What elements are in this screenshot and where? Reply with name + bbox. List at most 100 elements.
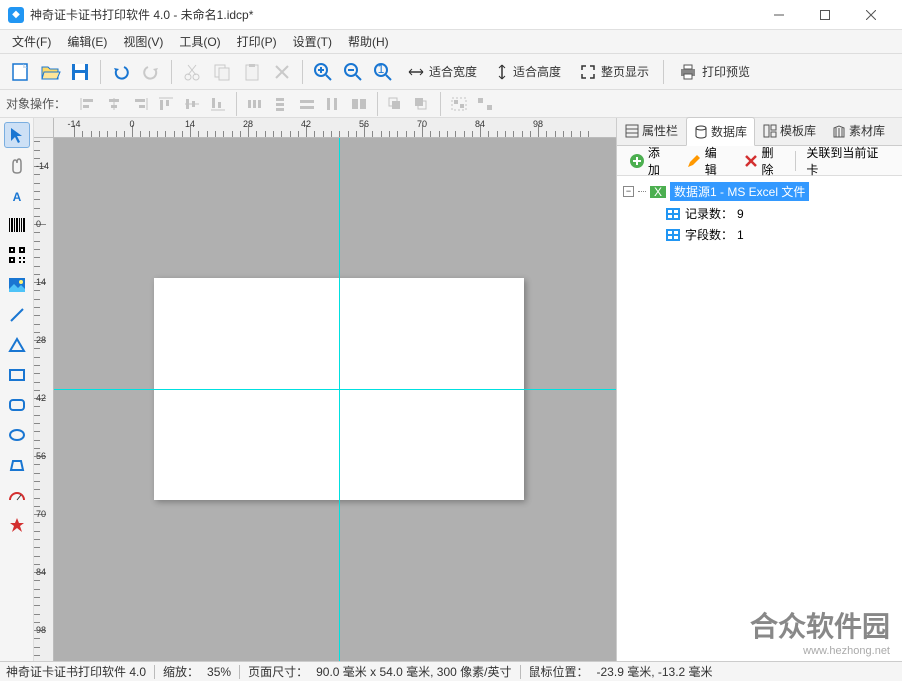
menu-print[interactable]: 打印(P) [229, 30, 285, 53]
separator [239, 665, 240, 679]
tree-root[interactable]: − X 数据源1 - MS Excel 文件 [621, 180, 898, 203]
tree-fields[interactable]: 字段数： 1 [661, 224, 898, 245]
fit-page-button[interactable]: 整页显示 [571, 58, 657, 86]
fit-width-icon [407, 65, 425, 79]
records-value: 9 [737, 207, 744, 221]
link-card-button[interactable]: 关联到当前证卡 [800, 141, 896, 181]
open-button[interactable] [36, 58, 64, 86]
tab-properties-label: 属性栏 [642, 122, 678, 139]
ruler-horizontal[interactable]: -14014284256708498 [54, 118, 616, 138]
bring-front-icon [384, 93, 408, 115]
edit-label: 编辑 [705, 144, 729, 178]
window-title: 神奇证卡证书打印软件 4.0 - 未命名1.idcp* [30, 6, 756, 23]
zoom-out-button[interactable] [339, 58, 367, 86]
print-preview-button[interactable]: 打印预览 [670, 58, 758, 86]
menu-edit[interactable]: 编辑(E) [59, 30, 115, 53]
rounded-rect-tool[interactable] [4, 392, 30, 418]
menu-view[interactable]: 视图(V) [115, 30, 171, 53]
add-button[interactable]: 添加 [623, 141, 678, 181]
add-label: 添加 [648, 144, 672, 178]
delete-icon [743, 153, 759, 169]
excel-icon: X [650, 185, 666, 199]
fit-height-label: 适合高度 [513, 63, 561, 80]
fit-page-label: 整页显示 [601, 63, 649, 80]
text-tool[interactable]: A [4, 182, 30, 208]
separator [100, 60, 101, 84]
datasource-label[interactable]: 数据源1 - MS Excel 文件 [670, 182, 809, 201]
edit-button[interactable]: 编辑 [680, 141, 735, 181]
tree-records[interactable]: 记录数： 9 [661, 203, 898, 224]
align-bottom-icon [206, 93, 230, 115]
tab-materials-label: 素材库 [849, 122, 885, 139]
canvas[interactable] [54, 138, 616, 661]
delete-button[interactable]: 删除 [737, 141, 792, 181]
separator [520, 665, 521, 679]
cut-button[interactable] [178, 58, 206, 86]
minimize-button[interactable] [756, 0, 802, 30]
qrcode-tool[interactable] [4, 242, 30, 268]
save-button[interactable] [66, 58, 94, 86]
delete-button[interactable] [268, 58, 296, 86]
hand-tool[interactable] [4, 152, 30, 178]
fields-value: 1 [737, 228, 744, 242]
align-top-icon [154, 93, 178, 115]
svg-text:X: X [654, 185, 662, 199]
rectangle-tool[interactable] [4, 362, 30, 388]
pencil-icon [686, 153, 702, 169]
separator [440, 92, 441, 116]
zoom-in-button[interactable] [309, 58, 337, 86]
object-ops-label: 对象操作： [6, 95, 66, 112]
separator [236, 92, 237, 116]
ellipse-tool[interactable] [4, 422, 30, 448]
tab-templates-label: 模板库 [780, 122, 816, 139]
polygon-tool[interactable] [4, 452, 30, 478]
barcode-tool[interactable] [4, 212, 30, 238]
tab-database-label: 数据库 [711, 123, 747, 140]
star-tool[interactable] [4, 512, 30, 538]
menu-settings[interactable]: 设置(T) [285, 30, 340, 53]
separator [302, 60, 303, 84]
menu-tools[interactable]: 工具(O) [171, 30, 228, 53]
separator [154, 665, 155, 679]
ungroup-icon [473, 93, 497, 115]
select-tool[interactable] [4, 122, 30, 148]
close-button[interactable] [848, 0, 894, 30]
window-controls [756, 0, 894, 30]
image-tool[interactable] [4, 272, 30, 298]
align-left-icon [76, 93, 100, 115]
ruler-vertical[interactable]: -28-14014284256708498 [34, 138, 54, 661]
guide-vertical[interactable] [339, 138, 340, 661]
menu-help[interactable]: 帮助(H) [340, 30, 397, 53]
line-tool[interactable] [4, 302, 30, 328]
expand-icon[interactable]: − [623, 186, 634, 197]
status-mouse-value: -23.9 毫米, -13.2 毫米 [597, 663, 713, 680]
records-label: 记录数： [685, 205, 733, 222]
maximize-button[interactable] [802, 0, 848, 30]
status-app: 神奇证卡证书打印软件 4.0 [6, 663, 146, 680]
copy-button[interactable] [208, 58, 236, 86]
delete-label: 删除 [762, 144, 786, 178]
fit-height-button[interactable]: 适合高度 [487, 58, 569, 86]
gauge-tool[interactable] [4, 482, 30, 508]
field-icon [665, 207, 681, 221]
status-zoom-label: 缩放： [163, 663, 199, 680]
add-icon [629, 153, 645, 169]
zoom-actual-button[interactable]: 1 [369, 58, 397, 86]
title-bar: ◆ 神奇证卡证书打印软件 4.0 - 未命名1.idcp* [0, 0, 902, 30]
menu-file[interactable]: 文件(F) [4, 30, 59, 53]
ruler-corner [34, 118, 54, 138]
fields-label: 字段数： [685, 226, 733, 243]
menu-bar: 文件(F) 编辑(E) 视图(V) 工具(O) 打印(P) 设置(T) 帮助(H… [0, 30, 902, 54]
separator [377, 92, 378, 116]
new-button[interactable] [6, 58, 34, 86]
distribute-h-icon [243, 93, 267, 115]
guide-horizontal[interactable] [54, 389, 616, 390]
undo-button[interactable] [107, 58, 135, 86]
separator [171, 60, 172, 84]
redo-button[interactable] [137, 58, 165, 86]
paste-button[interactable] [238, 58, 266, 86]
triangle-tool[interactable] [4, 332, 30, 358]
fit-width-button[interactable]: 适合宽度 [399, 58, 485, 86]
send-back-icon [410, 93, 434, 115]
datasource-tree: − X 数据源1 - MS Excel 文件 记录数： 9 字段数： 1 [617, 176, 902, 661]
